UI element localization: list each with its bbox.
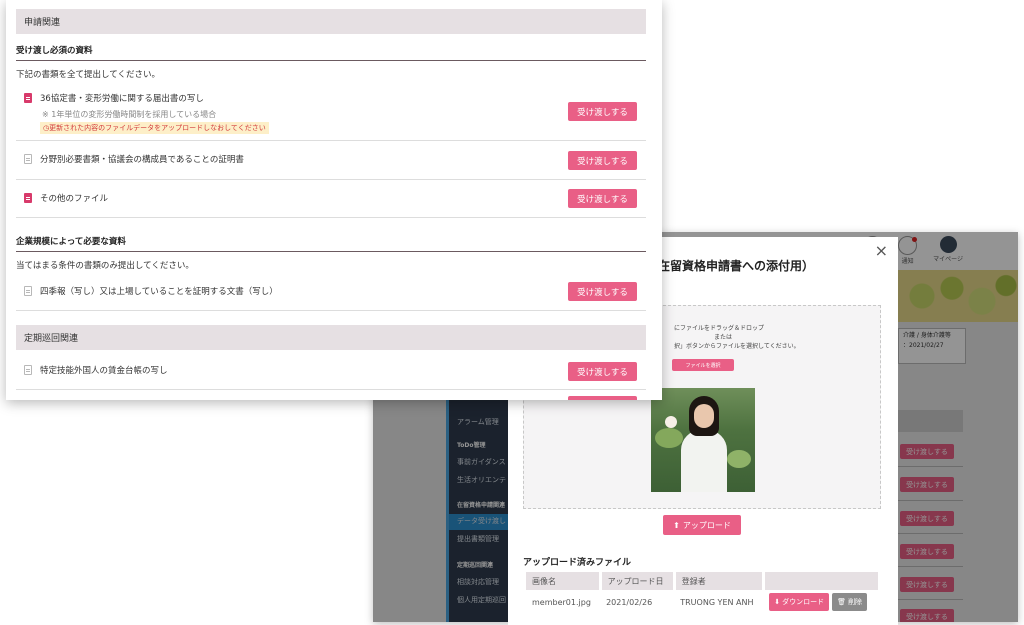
- upload-date-cell: 2021/02/26: [606, 597, 653, 607]
- delete-label: 削除: [848, 598, 863, 606]
- download-label: ダウンロード: [782, 598, 825, 606]
- file-name-cell: member01.jpg: [532, 597, 591, 607]
- column-header: 画像名: [526, 572, 601, 590]
- photo-dress: [681, 430, 727, 492]
- column-header: 登録者: [672, 572, 764, 590]
- file-select-button[interactable]: ファイルを選択: [672, 359, 734, 371]
- photo-leaf: [655, 428, 683, 448]
- conditional-docs-description: 当てはまる条件の書類のみ提出してください。: [16, 261, 194, 271]
- close-icon[interactable]: ×: [875, 241, 888, 260]
- pdf-file-icon: [24, 193, 32, 203]
- warning-text: 更新された内容のファイルデータをアップロードしなおしてください: [49, 124, 266, 132]
- document-name: 分野別必要書類・協議会の構成員であることの証明書: [40, 155, 244, 165]
- registrant-cell: TRUONG YEN ANH: [680, 597, 754, 607]
- dropzone-text: または: [714, 334, 733, 341]
- required-docs-description: 下記の書類を全て提出してください。: [16, 70, 160, 80]
- handover-button[interactable]: 受け渡しする: [568, 189, 637, 208]
- list-item: 分野別必要書類・協議会の構成員であることの証明書 受け渡しする: [16, 141, 646, 180]
- dropzone-text: にファイルをドラッグ＆ドロップ: [674, 325, 765, 332]
- upload-button[interactable]: ⬆ アップロード: [663, 515, 741, 535]
- upload-icon: ⬆: [673, 520, 680, 530]
- uploaded-photo-preview: [651, 388, 755, 492]
- column-header: アップロード日: [598, 572, 675, 590]
- update-warning: ◷更新された内容のファイルデータをアップロードしなおしてください: [40, 122, 269, 134]
- pdf-file-icon: [24, 93, 32, 103]
- delete-button[interactable]: 🗑 削除: [832, 593, 868, 611]
- download-button[interactable]: ⬇ ダウンロード: [769, 593, 830, 611]
- handover-button[interactable]: 受け渡しする: [568, 282, 637, 301]
- photo-flower: [665, 416, 677, 428]
- table-header-row: 画像名 アップロード日 登録者: [526, 572, 878, 590]
- list-item: 特定技能外国人の賃金台帳の写し 受け渡しする: [16, 351, 646, 390]
- column-header: [761, 572, 878, 590]
- upload-button-label: アップロード: [682, 520, 731, 530]
- document-name: 36協定書・変形労働に関する届出書の写し: [40, 94, 204, 104]
- required-docs-heading: 受け渡し必須の資料: [16, 44, 646, 61]
- file-icon: [24, 286, 32, 296]
- trash-icon: 🗑: [837, 598, 847, 606]
- dropzone-text: 択」ボタンからファイルを選択してください。: [674, 343, 800, 350]
- handover-button[interactable]: 受け渡しする: [568, 102, 637, 121]
- handover-button-partial[interactable]: [568, 396, 637, 400]
- handover-button[interactable]: 受け渡しする: [568, 362, 637, 381]
- actions-cell: ⬇ ダウンロード 🗑 削除: [763, 590, 878, 614]
- document-list-card: 申請関連 受け渡し必須の資料 下記の書類を全て提出してください。 36協定書・変…: [6, 0, 662, 400]
- section-header-patrol: 定期巡回関連: [16, 325, 646, 350]
- list-item: その他のファイル 受け渡しする: [16, 180, 646, 218]
- modal-title: 在留資格申請書への添付用）: [658, 259, 815, 273]
- file-icon: [24, 154, 32, 164]
- photo-face: [694, 404, 714, 428]
- uploaded-files-table: 画像名 アップロード日 登録者 member01.jpg 2021/02/26 …: [526, 572, 878, 614]
- document-name: 特定技能外国人の賃金台帳の写し: [40, 366, 168, 376]
- conditional-docs-heading: 企業規模によって必要な資料: [16, 235, 646, 252]
- file-icon: [24, 365, 32, 375]
- list-item: 四季報（写し）又は上場していることを証明する文書（写し） 受け渡しする: [16, 273, 646, 311]
- table-row: member01.jpg 2021/02/26 TRUONG YEN ANH ⬇…: [526, 590, 878, 614]
- handover-button[interactable]: 受け渡しする: [568, 151, 637, 170]
- document-name: その他のファイル: [40, 194, 109, 204]
- photo-leaf: [727, 450, 751, 468]
- section-header-application: 申請関連: [16, 9, 646, 34]
- document-note: ※ 1年単位の変形労働時間制を採用している場合: [42, 110, 217, 119]
- uploaded-files-title: アップロード済みファイル: [523, 558, 632, 568]
- document-name: 四季報（写し）又は上場していることを証明する文書（写し）: [40, 287, 278, 297]
- download-icon: ⬇: [774, 598, 781, 606]
- list-item: 36協定書・変形労働に関する届出書の写し ※ 1年単位の変形労働時間制を採用して…: [16, 88, 646, 141]
